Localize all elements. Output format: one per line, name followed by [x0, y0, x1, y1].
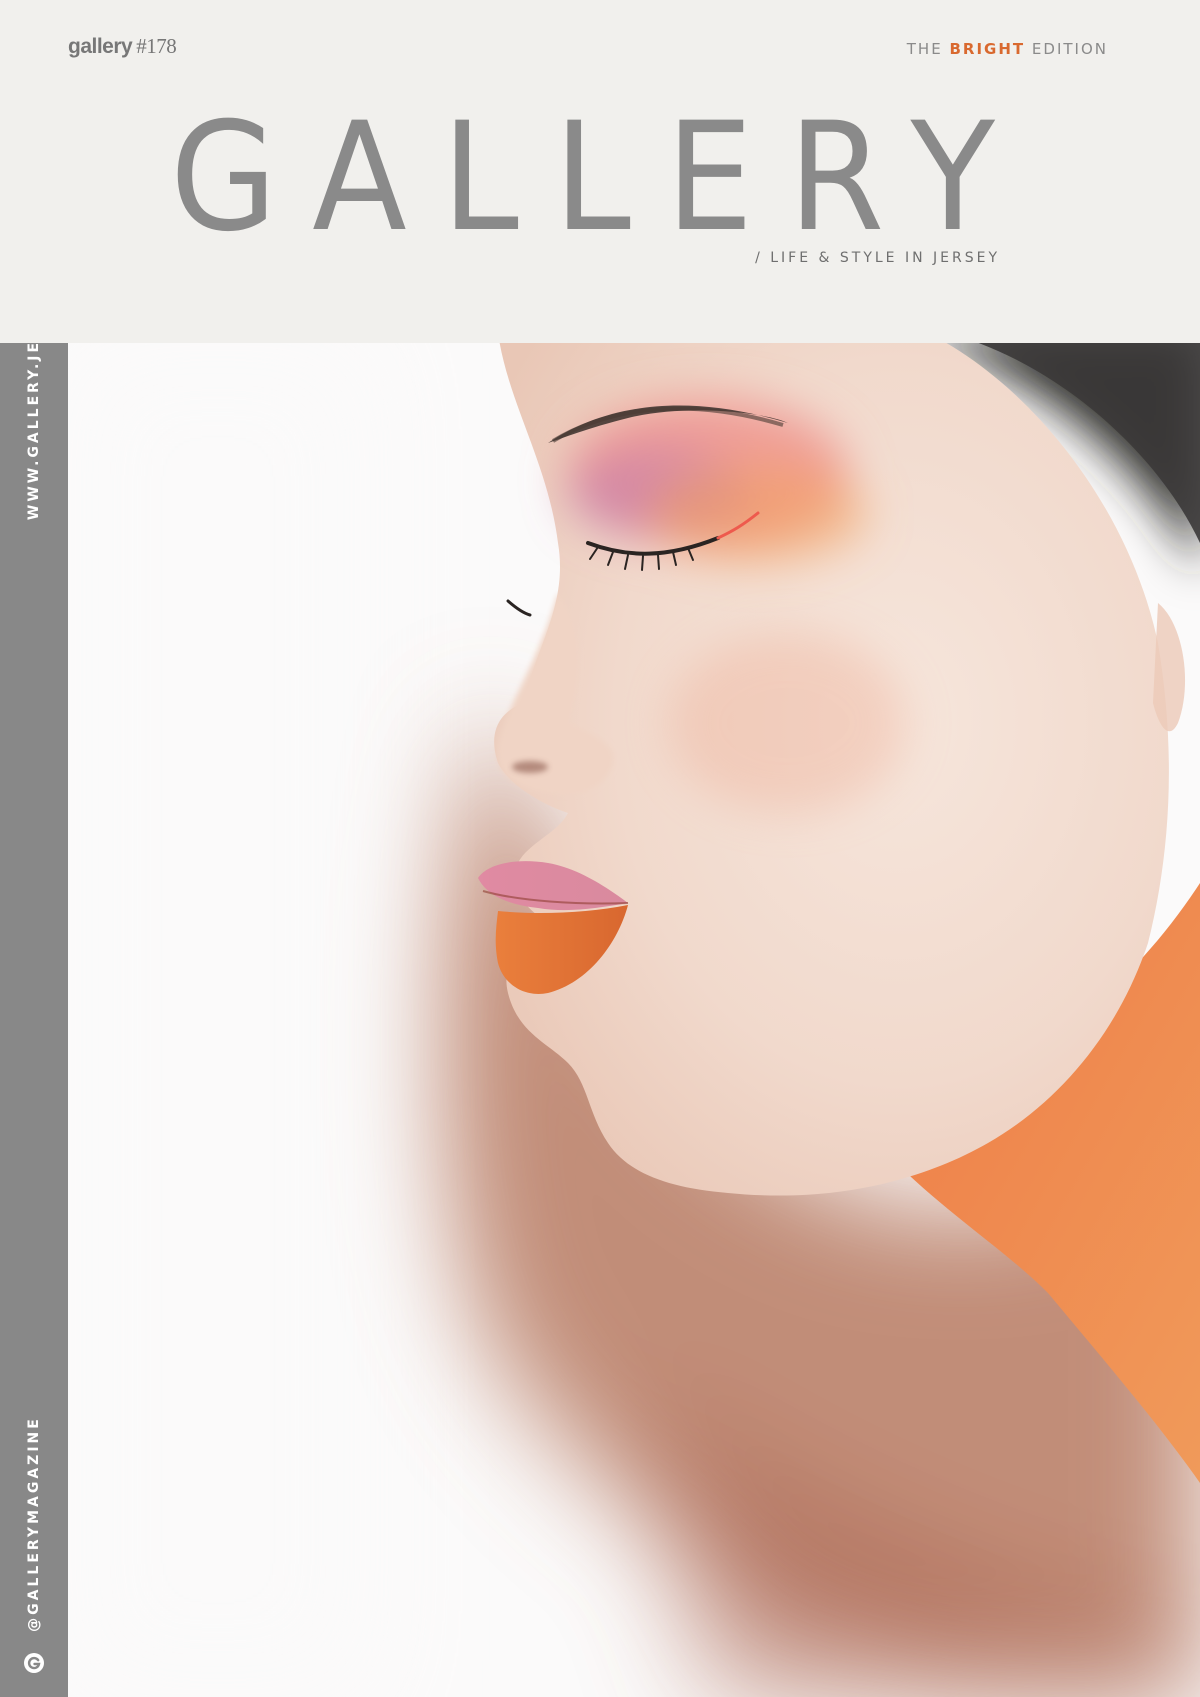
- masthead-text: GALLERY: [170, 92, 1030, 242]
- edition-suffix: EDITION: [1031, 40, 1108, 58]
- edition-label: THE BRIGHT EDITION: [907, 40, 1108, 58]
- cover-header: gallery #178 THE BRIGHT EDITION GALLERY /…: [0, 0, 1200, 343]
- issue-label: gallery #178: [68, 34, 177, 59]
- tagline: / LIFE & STYLE IN JERSEY: [755, 250, 1000, 266]
- spine-social-handle: @GALLERYMAGAZINE: [26, 1416, 42, 1632]
- portrait-illustration: [68, 343, 1200, 1697]
- masthead-title: GALLERY: [150, 92, 1050, 242]
- issue-brand: gallery: [68, 35, 133, 58]
- cover-photo: [68, 343, 1200, 1697]
- edition-prefix: THE: [906, 40, 943, 58]
- spine-website: WWW.GALLERY.JE: [26, 339, 42, 521]
- edition-accent: BRIGHT: [949, 40, 1026, 58]
- issue-number: #178: [136, 34, 177, 58]
- gallery-g-logo-icon: [24, 1653, 44, 1673]
